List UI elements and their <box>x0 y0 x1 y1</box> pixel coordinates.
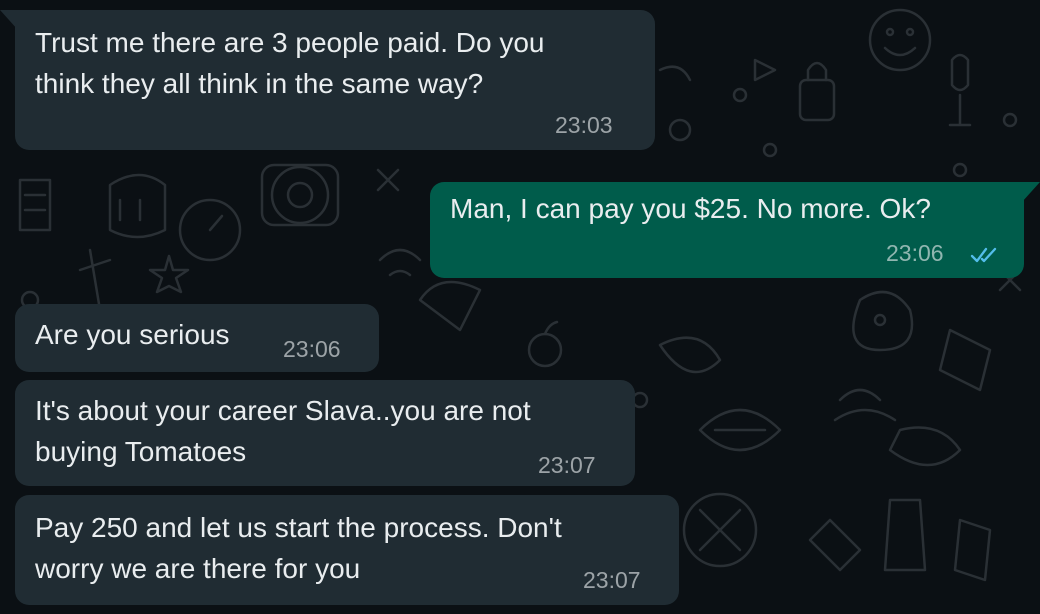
message-text: Pay 250 and let us start the process. Do… <box>35 512 562 584</box>
bubble-tail <box>0 10 18 30</box>
message-bubble-incoming[interactable]: It's about your career Slava..you are no… <box>15 380 635 486</box>
message-bubble-incoming[interactable]: Trust me there are 3 people paid. Do you… <box>15 10 655 150</box>
message-time: 23:07 <box>538 452 596 478</box>
message-text: Trust me there are 3 people paid. Do you… <box>35 27 545 99</box>
message-time: 23:06 <box>283 336 341 362</box>
bubble-tail <box>1022 182 1040 202</box>
message-bubble-incoming[interactable]: Pay 250 and let us start the process. Do… <box>15 495 679 605</box>
message-text: Man, I can pay you $25. No more. Ok? <box>450 193 931 224</box>
message-text: Are you serious <box>35 319 230 350</box>
message-time: 23:03 <box>555 112 613 138</box>
message-bubble-outgoing[interactable]: Man, I can pay you $25. No more. Ok? 23:… <box>430 182 1024 278</box>
message-bubble-incoming[interactable]: Are you serious 23:06 <box>15 304 379 372</box>
message-time: 23:06 <box>886 240 944 266</box>
double-check-read-icon <box>970 247 997 263</box>
message-text: It's about your career Slava..you are no… <box>35 395 531 467</box>
message-time: 23:07 <box>583 567 641 593</box>
